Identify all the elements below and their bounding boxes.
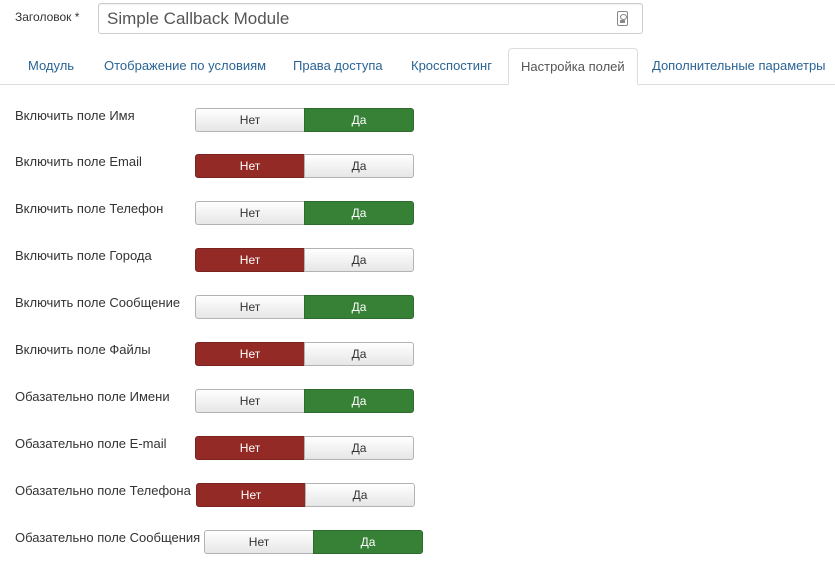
- toggle-no-button[interactable]: Нет: [195, 201, 305, 225]
- field-label: Включить поле Телефон: [15, 201, 164, 216]
- field-row-required-name: Обазательно поле Имени Нет Да: [0, 389, 835, 415]
- toggle-switch: Нет Да: [204, 530, 424, 554]
- toggle-yes-button[interactable]: Да: [305, 483, 415, 507]
- tab-access-rights[interactable]: Права доступа: [293, 48, 383, 85]
- toggle-switch: Нет Да: [195, 436, 415, 460]
- toggle-yes-button[interactable]: Да: [304, 342, 414, 366]
- toggle-no-button[interactable]: Нет: [195, 295, 305, 319]
- field-row-name: Включить поле Имя Нет Да: [0, 108, 835, 134]
- field-row-city: Включить поле Города Нет Да: [0, 248, 835, 274]
- title-label: Заголовок *: [15, 10, 80, 24]
- field-row-message: Включить поле Сообщение Нет Да: [0, 295, 835, 321]
- field-label: Обазательно поле Сообщения: [15, 530, 201, 545]
- toggle-yes-button[interactable]: Да: [304, 201, 414, 225]
- tab-crossposting[interactable]: Кросспостинг: [411, 48, 492, 85]
- toggle-no-button[interactable]: Нет: [195, 154, 305, 178]
- field-label: Включить поле Файлы: [15, 342, 151, 357]
- field-label: Включить поле Города: [15, 248, 152, 263]
- field-label: Обазательно поле E-mail: [15, 436, 167, 451]
- tab-module[interactable]: Модуль: [28, 48, 74, 85]
- toggle-yes-button[interactable]: Да: [304, 295, 414, 319]
- toggle-no-button[interactable]: Нет: [195, 342, 305, 366]
- field-row-required-email: Обазательно поле E-mail Нет Да: [0, 436, 835, 462]
- toggle-no-button[interactable]: Нет: [195, 436, 305, 460]
- title-input-value: Simple Callback Module: [107, 9, 290, 28]
- tab-display-conditions[interactable]: Отображение по условиям: [104, 48, 266, 85]
- toggle-switch: Нет Да: [195, 201, 415, 225]
- field-label: Включить поле Email: [15, 154, 142, 169]
- field-label: Обазательно поле Телефона: [15, 483, 191, 498]
- field-row-required-phone: Обазательно поле Телефона Нет Да: [0, 483, 835, 509]
- toggle-yes-button[interactable]: Да: [313, 530, 423, 554]
- field-label: Включить поле Сообщение: [15, 295, 181, 310]
- toggle-yes-button[interactable]: Да: [304, 108, 414, 132]
- toggle-yes-button[interactable]: Да: [304, 389, 414, 413]
- toggle-switch: Нет Да: [195, 342, 415, 366]
- toggle-switch: Нет Да: [195, 248, 415, 272]
- toggle-no-button[interactable]: Нет: [195, 108, 305, 132]
- toggle-switch: Нет Да: [195, 389, 415, 413]
- toggle-no-button[interactable]: Нет: [195, 248, 305, 272]
- toggle-switch: Нет Да: [196, 483, 416, 507]
- tab-field-settings[interactable]: Настройка полей: [508, 48, 638, 85]
- toggle-no-button[interactable]: Нет: [204, 530, 314, 554]
- toggle-no-button[interactable]: Нет: [196, 483, 306, 507]
- toggle-no-button[interactable]: Нет: [195, 389, 305, 413]
- toggle-yes-button[interactable]: Да: [304, 248, 414, 272]
- tab-advanced-params[interactable]: Дополнительные параметры: [652, 48, 826, 85]
- toggle-switch: Нет Да: [195, 108, 415, 132]
- field-label: Включить поле Имя: [15, 108, 135, 123]
- field-row-phone: Включить поле Телефон Нет Да: [0, 201, 835, 227]
- title-input[interactable]: Simple Callback Module: [98, 3, 643, 34]
- field-row-email: Включить поле Email Нет Да: [0, 154, 835, 180]
- toggle-switch: Нет Да: [195, 154, 415, 178]
- toggle-switch: Нет Да: [195, 295, 415, 319]
- field-row-required-message: Обазательно поле Сообщения Нет Да: [0, 530, 835, 556]
- field-row-files: Включить поле Файлы Нет Да: [0, 342, 835, 368]
- contact-card-icon[interactable]: [617, 11, 628, 26]
- toggle-yes-button[interactable]: Да: [304, 154, 414, 178]
- field-label: Обазательно поле Имени: [15, 389, 170, 404]
- tab-bar: Модуль Отображение по условиям Права дос…: [0, 48, 835, 85]
- toggle-yes-button[interactable]: Да: [304, 436, 414, 460]
